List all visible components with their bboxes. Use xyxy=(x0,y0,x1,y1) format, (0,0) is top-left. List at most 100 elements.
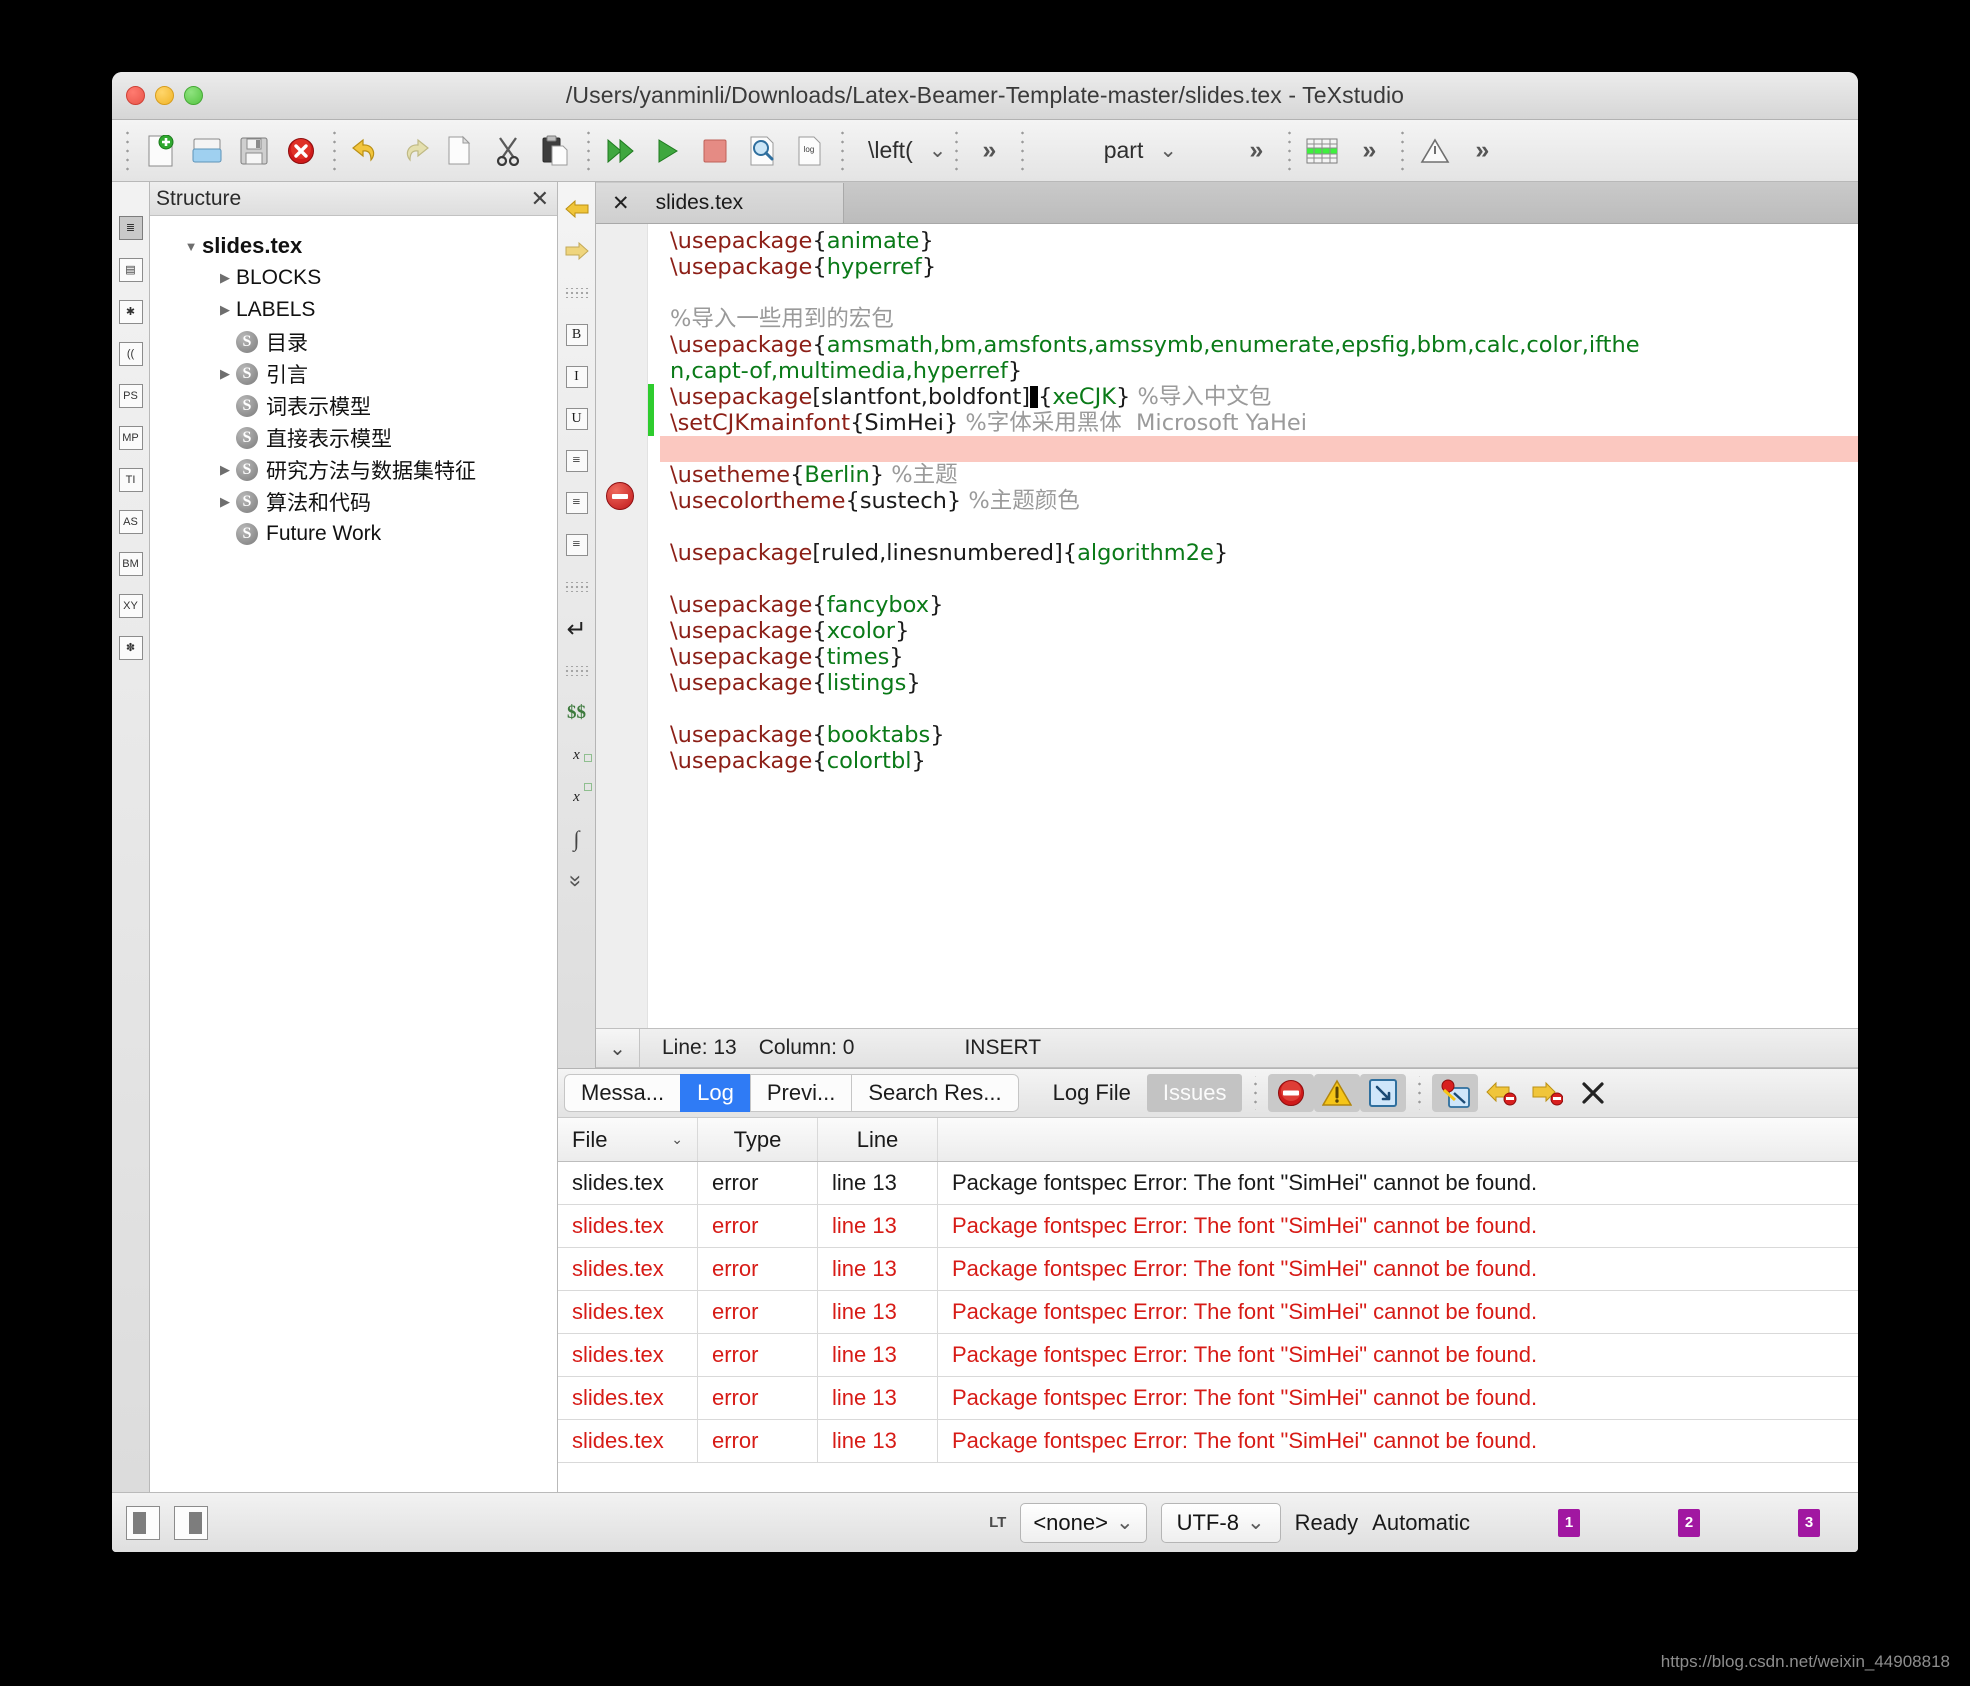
log-file-icon[interactable]: log xyxy=(786,128,832,174)
goto-issue-icon[interactable] xyxy=(1432,1074,1479,1112)
document-indicator-2[interactable]: 2 xyxy=(1678,1508,1700,1537)
copy-icon[interactable] xyxy=(438,128,484,174)
structure-tree-item[interactable]: S 研究方法与数据集特征 xyxy=(150,454,557,486)
chevron-down-icon[interactable] xyxy=(180,239,202,254)
issues-table-row[interactable]: slides.tex error line 13 Package fontspec E… xyxy=(558,1205,1858,1248)
column-header-file[interactable]: File ⌄ xyxy=(558,1118,698,1161)
code-line[interactable]: \usepackage{booktabs} xyxy=(660,722,1858,748)
close-structure-panel-icon[interactable]: ✕ xyxy=(531,186,549,212)
chevron-right-icon[interactable] xyxy=(214,366,236,382)
code-line[interactable] xyxy=(660,280,1858,306)
superscript-icon[interactable]: x xyxy=(560,776,594,818)
editor-gutter[interactable] xyxy=(596,224,648,1028)
encoding-selector[interactable]: UTF-8 ⌄ xyxy=(1160,1502,1281,1543)
collapse-editor-icon[interactable]: ⌄ xyxy=(596,1029,640,1067)
log-tab-log-file[interactable]: Log File xyxy=(1037,1074,1147,1112)
issues-table-row[interactable]: slides.tex error line 13 Package fontspec E… xyxy=(558,1162,1858,1205)
underline-icon[interactable]: U xyxy=(560,398,594,440)
code-editor[interactable]: \usepackage{animate} \usepackage{hyperref… xyxy=(648,224,1858,1028)
close-tab-icon[interactable]: ✕ xyxy=(612,191,630,216)
xy-symbols-icon[interactable]: XY xyxy=(118,594,143,618)
left-delim-more-button[interactable]: » xyxy=(966,128,1012,174)
chevron-right-icon[interactable] xyxy=(214,302,236,318)
as-symbols-icon[interactable]: AS xyxy=(118,510,143,534)
code-line[interactable]: n,capt-of,multimedia,hyperref} xyxy=(660,358,1858,384)
italic-icon[interactable]: I xyxy=(560,356,594,398)
issues-table-row[interactable]: slides.tex error line 13 Package fontspec E… xyxy=(558,1291,1858,1334)
paste-icon[interactable] xyxy=(532,128,578,174)
code-line[interactable] xyxy=(660,566,1858,592)
bold-icon[interactable]: B xyxy=(560,314,594,356)
issues-table-row[interactable]: slides.tex error line 13 Package fontspec E… xyxy=(558,1420,1858,1463)
error-marker-icon[interactable] xyxy=(606,482,634,510)
bookmarks-view-icon[interactable]: ▤ xyxy=(118,258,143,282)
structure-tree[interactable]: slides.tex BLOCKS LABELS S 目录 S 引言 S 词表示模型 S 直接表示模… xyxy=(150,216,557,1492)
close-log-icon[interactable] xyxy=(1570,1074,1616,1112)
code-line[interactable] xyxy=(660,696,1858,722)
warning-filter-icon[interactable] xyxy=(1314,1074,1361,1112)
align-left-icon[interactable]: ≡ xyxy=(560,440,594,482)
open-document-icon[interactable] xyxy=(184,128,230,174)
log-tab-log[interactable]: Log xyxy=(680,1074,750,1112)
ps-symbols-icon[interactable]: PS xyxy=(118,384,143,408)
editor-tab-slides-tex[interactable]: ✕ slides.tex xyxy=(596,183,844,223)
code-line[interactable]: \usecolortheme{sustech} %主题颜色 xyxy=(660,488,1858,514)
arrow-right-icon[interactable] xyxy=(560,230,594,272)
chevron-right-icon[interactable] xyxy=(214,462,236,478)
redo-icon[interactable] xyxy=(391,128,437,174)
left-delimiter-combo[interactable]: \left( ⌄ xyxy=(852,137,946,164)
insert-table-icon[interactable] xyxy=(1299,128,1345,174)
favorites-icon[interactable]: ✽ xyxy=(118,636,143,660)
minimize-window-button[interactable] xyxy=(155,86,174,105)
toggle-bottom-panel-icon[interactable] xyxy=(174,1505,208,1540)
chevron-right-icon[interactable] xyxy=(214,270,236,286)
structure-tree-item[interactable]: S 直接表示模型 xyxy=(150,422,557,454)
structure-tree-item[interactable]: slides.tex xyxy=(150,230,557,262)
code-line[interactable]: \usepackage{colortbl} xyxy=(660,748,1858,774)
structure-level-combo[interactable]: part ⌄ xyxy=(1032,137,1232,164)
bm-symbols-icon[interactable]: BM xyxy=(118,552,143,576)
newline-icon[interactable]: ↵ xyxy=(560,608,594,650)
arrow-left-icon[interactable] xyxy=(560,188,594,230)
log-tab-issues[interactable]: Issues xyxy=(1146,1074,1243,1112)
structure-tree-item[interactable]: S 引言 xyxy=(150,358,557,390)
cut-icon[interactable] xyxy=(485,128,531,174)
table-more-button[interactable]: » xyxy=(1346,128,1392,174)
log-tab-messa[interactable]: Messa... xyxy=(564,1074,681,1112)
log-tab-previ[interactable]: Previ... xyxy=(749,1074,852,1112)
code-line[interactable]: \usepackage{times} xyxy=(660,644,1858,670)
toggle-left-panel-icon[interactable] xyxy=(126,1505,160,1540)
document-indicator-1[interactable]: 1 xyxy=(1558,1508,1580,1537)
structure-view-icon[interactable]: ≣ xyxy=(118,216,143,240)
code-line[interactable]: \usepackage{hyperref} xyxy=(660,254,1858,280)
stop-icon[interactable] xyxy=(692,128,738,174)
insert-mode-indicator[interactable]: INSERT xyxy=(854,1036,1041,1060)
previous-error-icon[interactable] xyxy=(1478,1074,1524,1112)
align-center-icon[interactable]: ≡ xyxy=(560,482,594,524)
math-warning-icon[interactable] xyxy=(1412,128,1458,174)
maximize-window-button[interactable] xyxy=(184,86,203,105)
issues-table[interactable]: File ⌄ Type Line slides.tex error line 13 Packa… xyxy=(558,1117,1858,1492)
view-log-icon[interactable] xyxy=(739,128,785,174)
compile-icon[interactable] xyxy=(645,128,691,174)
structure-tree-item[interactable]: S 算法和代码 xyxy=(150,486,557,518)
structure-tree-item[interactable]: S 目录 xyxy=(150,326,557,358)
code-line[interactable]: \usepackage[ruled,linesnumbered]{algorit… xyxy=(660,540,1858,566)
close-document-icon[interactable] xyxy=(278,128,324,174)
log-tab-search-res[interactable]: Search Res... xyxy=(851,1074,1019,1112)
code-line[interactable]: \usepackage{fancybox} xyxy=(660,592,1858,618)
undo-icon[interactable] xyxy=(344,128,390,174)
chevron-right-icon[interactable] xyxy=(214,494,236,510)
symbols-view-icon[interactable]: ✱ xyxy=(118,300,143,324)
badbox-filter-icon[interactable] xyxy=(1360,1074,1407,1112)
column-header-type[interactable]: Type xyxy=(698,1118,818,1161)
collapse-all-icon[interactable]: » xyxy=(560,860,594,902)
language-selector[interactable]: <none> ⌄ xyxy=(1020,1502,1147,1543)
code-line[interactable]: \usetheme{Berlin} %主题 xyxy=(660,462,1858,488)
chevron-down-icon[interactable]: ⌄ xyxy=(671,1131,683,1148)
issues-table-row[interactable]: slides.tex error line 13 Package fontspec E… xyxy=(558,1377,1858,1420)
issues-table-row[interactable]: slides.tex error line 13 Package fontspec E… xyxy=(558,1248,1858,1291)
code-line[interactable]: %导入一些用到的宏包 xyxy=(660,306,1858,332)
close-window-button[interactable] xyxy=(126,86,145,105)
brackets-view-icon[interactable]: (( xyxy=(118,342,143,366)
